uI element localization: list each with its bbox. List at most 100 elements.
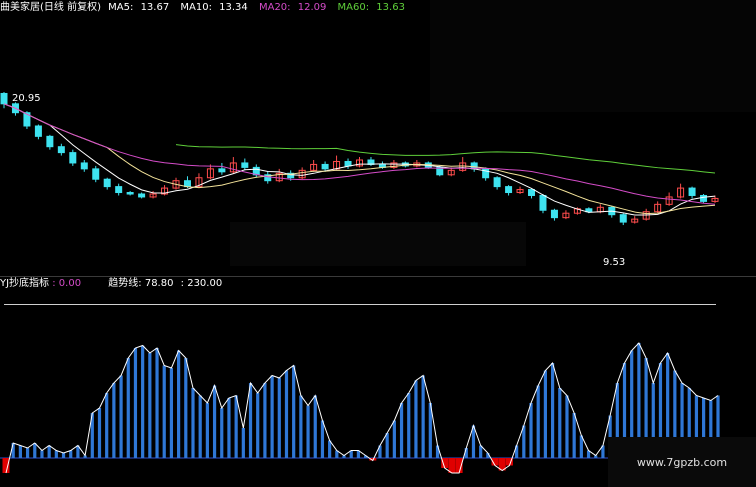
indicator-bar [169, 368, 174, 458]
candle-body [344, 160, 352, 167]
candle-body [528, 189, 536, 196]
indicator-bar [69, 450, 73, 458]
indicator-bar [328, 440, 332, 458]
chart-background-block [230, 222, 526, 266]
candle-body [80, 162, 88, 170]
indicator-bar [155, 348, 159, 458]
candle-body [218, 168, 226, 173]
candle-body [183, 180, 191, 188]
indicator-bar [33, 443, 37, 458]
indicator-bar [11, 443, 15, 458]
indicator-bar [40, 450, 44, 458]
indicator-bar [565, 395, 569, 458]
indicator-bar [385, 433, 389, 458]
indicator-bar [299, 395, 303, 458]
candle-body [115, 186, 123, 194]
indicator-bar [126, 358, 130, 458]
level-value: : 230.00 [180, 278, 223, 289]
candle-body [57, 146, 65, 154]
indicator-value1: : 0.00 [52, 278, 82, 289]
ma60-label: MA60: 13.63 [337, 2, 405, 13]
ma20-label: MA20: 12.09 [258, 2, 327, 13]
indicator-bar [97, 408, 102, 458]
candle-body [0, 92, 8, 105]
indicator-bar [141, 345, 145, 458]
low-price-marker: 9.53 [603, 257, 626, 268]
indicator-bar [227, 398, 231, 458]
indicator-bar [536, 385, 540, 458]
indicator-bar [162, 365, 166, 458]
indicator-bar [550, 363, 555, 458]
indicator-bar [184, 358, 188, 458]
main-panel-header: 曲美家居(日线 前复权) MA5: 13.67 MA10: 13.34 MA20… [0, 2, 413, 14]
indicator-panel-header: YJ抄底指标 : 0.00 趋势线: 78.80 : 230.00 [0, 278, 226, 290]
indicator-bar [529, 403, 533, 458]
indicator-bar [270, 375, 274, 458]
indicator-bar [407, 393, 411, 458]
indicator-bar [119, 375, 123, 458]
indicator-bar [54, 450, 58, 458]
candle-body [69, 152, 77, 164]
indicator-bar [284, 370, 289, 458]
candle-body [46, 135, 54, 148]
indicator-bar [306, 405, 310, 458]
indicator-bar [205, 403, 209, 458]
indicator-bar [248, 383, 253, 458]
candle-body [550, 209, 558, 219]
candle-body [321, 163, 329, 170]
candle-body [92, 168, 100, 180]
ma10-label: MA10: 13.34 [180, 2, 248, 13]
indicator-bar [198, 395, 202, 458]
indicator-bar [399, 403, 404, 458]
candle-body [126, 192, 134, 195]
indicator-bar [392, 420, 396, 458]
indicator-bar [421, 375, 425, 458]
indicator-bar [263, 383, 267, 458]
ma5-label: MA5: 13.67 [108, 2, 170, 13]
indicator-bar [292, 365, 296, 458]
trend-value: 78.80 [144, 278, 174, 289]
candle-body [539, 194, 547, 211]
watermark: www.7gpzb.com [608, 437, 756, 487]
indicator-bar [522, 425, 526, 458]
indicator-bar [256, 393, 260, 458]
indicator-bar [241, 428, 245, 458]
stock-name: 曲美家居 [0, 2, 40, 13]
candle-body [700, 194, 708, 202]
candle-body [103, 178, 111, 188]
indicator-bar [572, 413, 576, 458]
stock-chart-window[interactable]: 曲美家居(日线 前复权) MA5: 13.67 MA10: 13.34 MA20… [0, 0, 756, 487]
indicator-bar [133, 348, 138, 458]
indicator-bar [313, 395, 317, 458]
indicator-bar [558, 388, 562, 458]
indicator-bar [191, 388, 195, 458]
indicator-bar [177, 350, 181, 458]
candle-body [619, 214, 627, 223]
indicator-bar [25, 448, 30, 458]
candle-body [241, 162, 249, 168]
indicator-bar [320, 420, 325, 458]
indicator-negative-bar [2, 458, 10, 473]
ma20-line [3, 103, 716, 205]
chart-background-block [430, 0, 756, 112]
high-price-marker: 20.95 [12, 93, 41, 104]
indicator-bar [47, 445, 51, 458]
indicator-bar [234, 395, 238, 458]
candle-body [688, 187, 696, 196]
indicator-bar [105, 393, 109, 458]
indicator-bar [212, 385, 217, 458]
indicator-bar [148, 353, 152, 458]
kline-chart[interactable] [0, 0, 756, 487]
candle-body [34, 125, 42, 137]
indicator-bar [277, 378, 281, 458]
indicator-bar [61, 453, 66, 458]
indicator-bar [220, 408, 224, 458]
indicator-name: YJ抄底指标 [0, 278, 50, 289]
indicator-bar [112, 383, 116, 458]
indicator-bar [414, 380, 418, 458]
candle-body [138, 193, 146, 198]
candle-body [493, 177, 501, 188]
period-label: (日线 前复权) [40, 2, 101, 13]
candle-body [505, 186, 513, 194]
indicator-bar [18, 445, 22, 458]
